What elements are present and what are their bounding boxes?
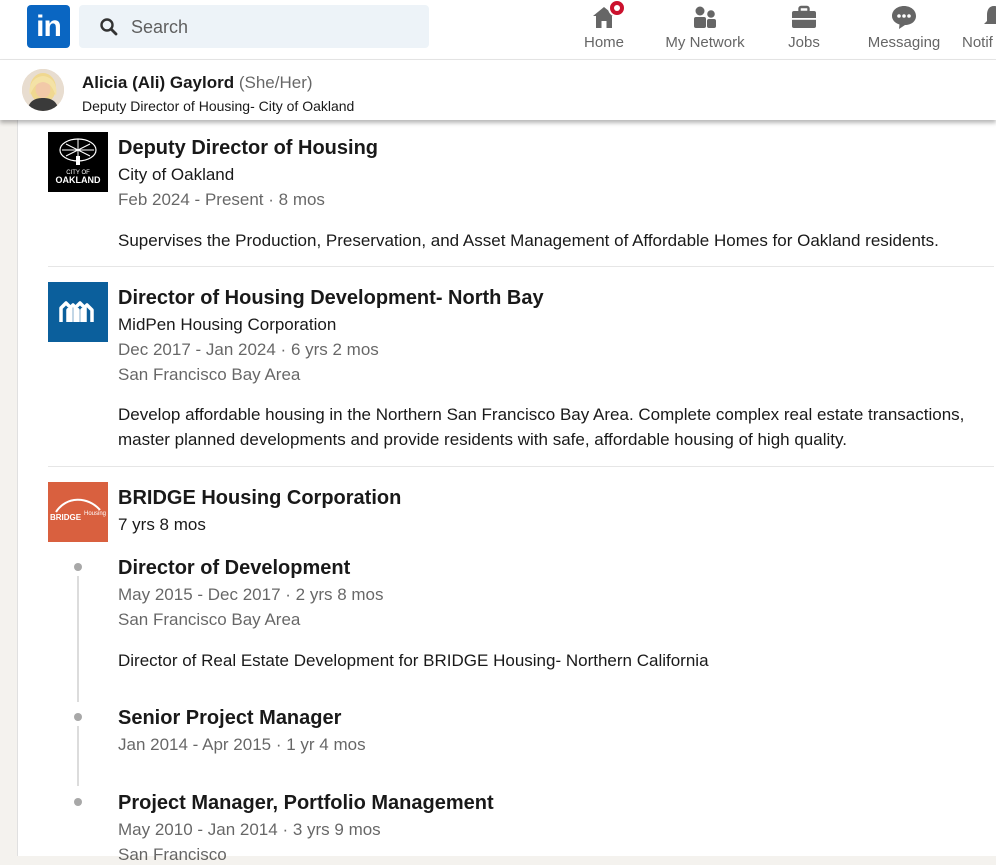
search-bar[interactable] bbox=[79, 5, 429, 50]
notification-badge bbox=[608, 0, 626, 17]
company-name[interactable]: BRIDGE Housing Corporation bbox=[118, 487, 401, 510]
role-location: San Francisco bbox=[118, 845, 227, 864]
avatar[interactable] bbox=[22, 69, 64, 111]
company-name[interactable]: City of Oakland bbox=[118, 165, 234, 185]
messaging-icon bbox=[892, 6, 916, 29]
search-input[interactable] bbox=[129, 5, 423, 50]
oakland-logo[interactable]: CITY OF OAKLAND bbox=[48, 132, 108, 192]
oak-tree-icon: CITY OF OAKLAND bbox=[48, 132, 108, 192]
briefcase-icon bbox=[792, 5, 816, 28]
profile-pronouns: (She/Her) bbox=[238, 73, 313, 92]
job-dates: Feb 2024 - Present · 8 mos bbox=[118, 190, 325, 209]
job-dates: Dec 2017 - Jan 2024 · 6 yrs 2 mos bbox=[118, 340, 379, 359]
role-description: Director of Real Estate Development for … bbox=[118, 651, 709, 670]
timeline-dot bbox=[74, 713, 82, 721]
nav-my-network-label: My Network bbox=[665, 34, 745, 51]
nav-jobs[interactable]: Jobs bbox=[780, 0, 828, 59]
timeline-dot bbox=[74, 563, 82, 571]
divider bbox=[48, 266, 994, 267]
nav-home[interactable]: Home bbox=[580, 0, 628, 59]
profile-sticky-header: Alicia (Ali) Gaylord (She/Her) Deputy Di… bbox=[0, 60, 996, 120]
role-dates: Jan 2014 - Apr 2015 · 1 yr 4 mos bbox=[118, 735, 366, 754]
company-duration: 7 yrs 8 mos bbox=[118, 515, 206, 534]
divider bbox=[48, 466, 994, 467]
experience-section: CITY OF OAKLAND Deputy Director of Housi… bbox=[17, 120, 996, 864]
oakland-logo-bottom-text: OAKLAND bbox=[56, 175, 101, 185]
timeline-dot bbox=[74, 798, 82, 806]
bridge-logo-small-text: Housing bbox=[84, 511, 106, 517]
midpen-houses-icon bbox=[48, 282, 108, 342]
global-nav: in Home My Network Jobs bbox=[0, 0, 996, 60]
bell-icon bbox=[984, 6, 996, 24]
nav-my-network[interactable]: My Network bbox=[662, 0, 748, 59]
bridge-logo[interactable]: BRIDGE Housing bbox=[48, 482, 108, 542]
timeline-line bbox=[77, 726, 79, 786]
company-name[interactable]: MidPen Housing Corporation bbox=[118, 315, 336, 335]
role-title[interactable]: Director of Development bbox=[118, 557, 350, 580]
job-description: Supervises the Production, Preservation,… bbox=[118, 231, 939, 250]
profile-name-text: Alicia (Ali) Gaylord bbox=[82, 73, 235, 92]
avatar-photo bbox=[22, 69, 64, 111]
timeline-line bbox=[77, 576, 79, 702]
profile-name: Alicia (Ali) Gaylord (She/Her) bbox=[82, 73, 313, 93]
role-dates: May 2015 - Dec 2017 · 2 yrs 8 mos bbox=[118, 585, 384, 604]
job-title[interactable]: Director of Housing Development- North B… bbox=[118, 287, 544, 310]
search-icon bbox=[100, 18, 118, 36]
nav-home-label: Home bbox=[583, 34, 624, 51]
role-title[interactable]: Senior Project Manager bbox=[118, 707, 341, 730]
job-location: San Francisco Bay Area bbox=[118, 365, 301, 384]
role-location: San Francisco Bay Area bbox=[118, 610, 301, 629]
job-description: Develop affordable housing in the Northe… bbox=[118, 405, 965, 449]
nav-jobs-label: Jobs bbox=[788, 34, 820, 51]
role-dates: May 2010 - Jan 2014 · 3 yrs 9 mos bbox=[118, 820, 381, 839]
linkedin-logo[interactable]: in bbox=[27, 5, 70, 48]
bridge-arc-icon: BRIDGE Housing bbox=[48, 482, 108, 542]
nav-notifications-label: Notif bbox=[962, 34, 993, 51]
bridge-logo-text: BRIDGE bbox=[50, 513, 82, 522]
nav-messaging-label: Messaging bbox=[867, 34, 941, 51]
nav-messaging[interactable]: Messaging bbox=[866, 0, 942, 59]
role-title[interactable]: Project Manager, Portfolio Management bbox=[118, 792, 494, 815]
job-title[interactable]: Deputy Director of Housing bbox=[118, 137, 378, 160]
midpen-logo[interactable] bbox=[48, 282, 108, 342]
nav-notifications[interactable]: Notif bbox=[962, 0, 996, 59]
profile-headline: Deputy Director of Housing- City of Oakl… bbox=[82, 98, 355, 114]
network-icon bbox=[694, 6, 716, 28]
